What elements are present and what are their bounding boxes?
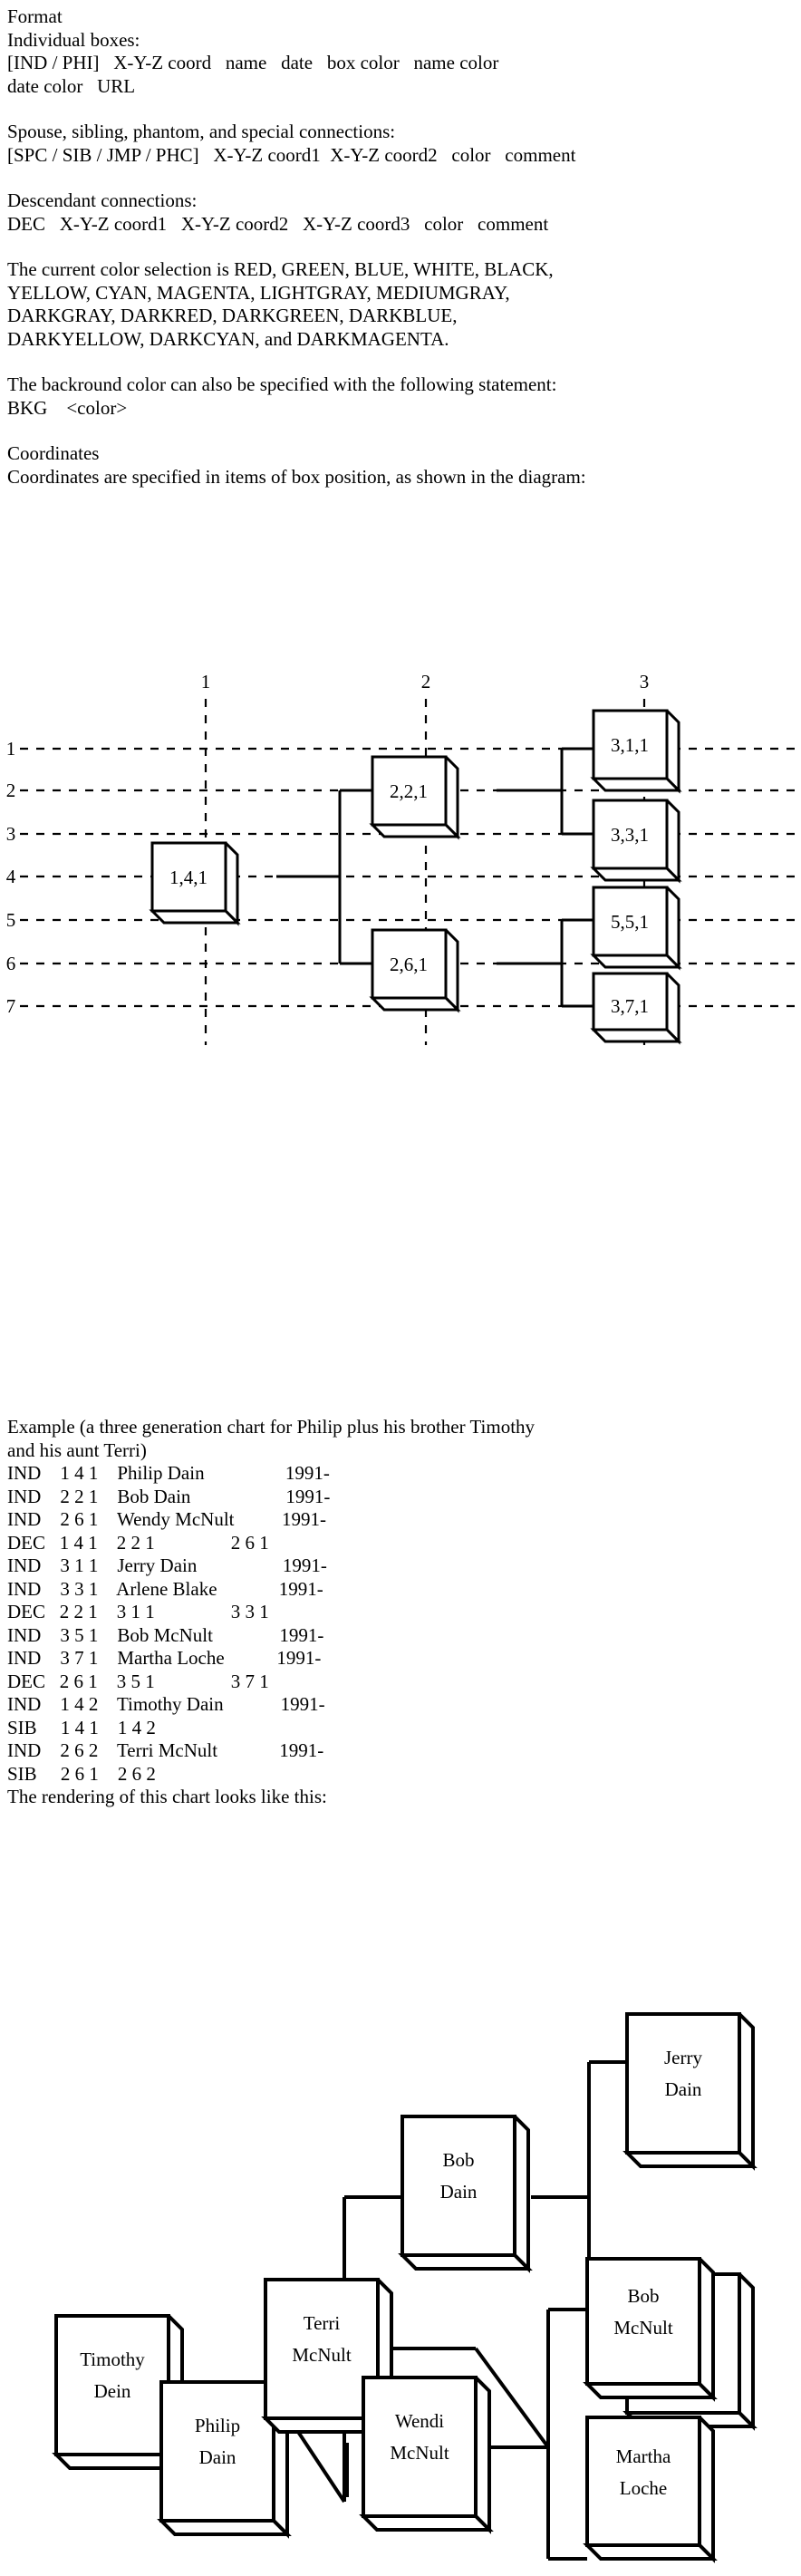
family-box-line2: McNult bbox=[390, 2442, 449, 2464]
coord-row-label-3: 3 bbox=[6, 823, 16, 845]
coord-row-label-5: 5 bbox=[6, 909, 16, 931]
rendering-caption: The rendering of this chart looks like t… bbox=[7, 1786, 327, 1807]
family-box-bob-dain: Bob Dain bbox=[398, 2115, 533, 2273]
family-box-line2: McNult bbox=[292, 2344, 351, 2366]
coord-box-label: 5,5,1 bbox=[611, 911, 649, 933]
format-line-3: date color URL bbox=[7, 74, 136, 97]
listing-row: IND 3 7 1 Martha Loche 1991- bbox=[7, 1647, 322, 1669]
family-box-line1: Philip bbox=[195, 2415, 240, 2436]
listing-row: IND 2 2 1 Bob Dain 1991- bbox=[7, 1485, 331, 1507]
listing-row: IND 2 6 1 Wendy McNult 1991- bbox=[7, 1508, 326, 1530]
example-heading-1: and his aunt Terri) bbox=[7, 1438, 147, 1461]
coord-box-label: 3,3,1 bbox=[611, 824, 649, 846]
coord-column-label-2: 2 bbox=[421, 671, 431, 692]
family-box-line1: Wendi bbox=[395, 2410, 444, 2432]
descendant-line-0: Descendant connections: bbox=[7, 189, 198, 211]
family-chart-diagram: Jerry Dain Arlene Blake Bob Dain Timothy… bbox=[0, 1990, 801, 2574]
listing-row: IND 3 3 1 Arlene Blake 1991- bbox=[7, 1577, 323, 1600]
coord-box-3-1-1: 3,1,1 bbox=[590, 709, 682, 794]
coord-box-label: 2,2,1 bbox=[390, 780, 428, 802]
coordinate-diagram: 1 2 3 1 2 3 4 5 6 7 3,1,1 2,2,1 3,3,1 1,… bbox=[0, 666, 801, 1047]
example-listing: IND 1 4 1 Philip Dain 1991- IND 2 2 1 Bo… bbox=[7, 1462, 794, 1786]
coord-box-3-7-1: 3,7,1 bbox=[590, 972, 682, 1045]
listing-row: IND 3 1 1 Jerry Dain 1991- bbox=[7, 1554, 327, 1576]
listing-row: IND 3 5 1 Bob McNult 1991- bbox=[7, 1623, 324, 1646]
family-box-jerry-dain: Jerry Dain bbox=[622, 2012, 758, 2171]
family-box-line1: Bob bbox=[627, 2285, 659, 2307]
family-box-line1: Bob bbox=[442, 2149, 474, 2171]
format-line-2: [IND / PHI] X-Y-Z coord name date box co… bbox=[7, 52, 499, 73]
family-box-line2: McNult bbox=[613, 2317, 672, 2339]
background-line-1: BKG <color> bbox=[7, 396, 128, 419]
coord-box-label: 3,1,1 bbox=[611, 734, 649, 756]
format-line-1: Individual boxes: bbox=[7, 28, 140, 51]
example-heading-0: Example (a three generation chart for Ph… bbox=[7, 1416, 536, 1438]
family-box-wendi-mcnult: Wendi McNult bbox=[359, 2376, 494, 2534]
family-box-martha-loche: Martha Loche bbox=[583, 2416, 718, 2563]
example-block: Example (a three generation chart for Ph… bbox=[7, 1416, 794, 1809]
coord-box-label: 1,4,1 bbox=[169, 867, 207, 888]
listing-row: IND 2 6 2 Terri McNult 1991- bbox=[7, 1739, 324, 1761]
section-descendant: Descendant connections: DEC X-Y-Z coord1… bbox=[7, 189, 794, 236]
section-colors: The current color selection is RED, GREE… bbox=[7, 258, 794, 351]
coord-row-label-2: 2 bbox=[6, 780, 16, 801]
family-box-line1: Jerry bbox=[664, 2047, 702, 2068]
coordinates-line-1: Coordinates are specified in items of bo… bbox=[7, 465, 586, 488]
coordinates-line-0: Coordinates bbox=[7, 442, 100, 464]
family-box-line2: Dain bbox=[440, 2181, 478, 2203]
listing-row: DEC 2 6 1 3 5 1 3 7 1 bbox=[7, 1670, 269, 1692]
background-line-0: The backround color can also be specifie… bbox=[7, 373, 557, 395]
colors-line-2: DARKGRAY, DARKRED, DARKGREEN, DARKBLUE, bbox=[7, 305, 458, 326]
family-box-line1: Terri bbox=[304, 2312, 341, 2334]
section-background: The backround color can also be specifie… bbox=[7, 373, 794, 420]
colors-line-3: DARKYELLOW, DARKCYAN, and DARKMAGENTA. bbox=[7, 327, 449, 350]
listing-row: IND 1 4 1 Philip Dain 1991- bbox=[7, 1462, 330, 1484]
family-box-line2: Dain bbox=[665, 2078, 702, 2100]
family-box-line1: Timothy bbox=[80, 2348, 145, 2370]
colors-line-1: YELLOW, CYAN, MAGENTA, LIGHTGRAY, MEDIUM… bbox=[7, 281, 510, 304]
coord-box-1-4-1: 1,4,1 bbox=[149, 841, 241, 926]
coord-box-3-3-1: 3,3,1 bbox=[590, 799, 682, 884]
family-box-line1: Martha bbox=[616, 2445, 671, 2467]
colors-line-0: The current color selection is RED, GREE… bbox=[7, 258, 554, 280]
coord-column-label-3: 3 bbox=[640, 671, 650, 692]
family-box-line2: Dein bbox=[94, 2380, 131, 2402]
listing-row: SIB 2 6 1 2 6 2 bbox=[7, 1762, 156, 1785]
family-box-line2: Loche bbox=[620, 2477, 667, 2499]
coord-box-label: 3,7,1 bbox=[611, 995, 649, 1017]
coord-row-label-1: 1 bbox=[6, 738, 16, 760]
coord-row-label-7: 7 bbox=[6, 995, 16, 1017]
descendant-line-1: DEC X-Y-Z coord1 X-Y-Z coord2 X-Y-Z coor… bbox=[7, 212, 549, 235]
section-format: Format Individual boxes: [IND / PHI] X-Y… bbox=[7, 5, 794, 98]
connections-line-0: Spouse, sibling, phantom, and special co… bbox=[7, 121, 396, 142]
coord-box-2-6-1: 2,6,1 bbox=[369, 928, 461, 1013]
family-box-bob-mcnult: Bob McNult bbox=[583, 2257, 718, 2402]
format-line-0: Format bbox=[7, 5, 63, 27]
coord-box-5-5-1: 5,5,1 bbox=[590, 886, 682, 971]
coord-box-2-2-1: 2,2,1 bbox=[369, 755, 461, 840]
listing-row: SIB 1 4 1 1 4 2 bbox=[7, 1716, 156, 1738]
section-coordinates: Coordinates Coordinates are specified in… bbox=[7, 442, 794, 489]
listing-row: DEC 2 2 1 3 1 1 3 3 1 bbox=[7, 1601, 269, 1622]
family-box-line2: Dain bbox=[199, 2446, 236, 2468]
document-body: Format Individual boxes: [IND / PHI] X-Y… bbox=[7, 5, 794, 489]
coord-box-label: 2,6,1 bbox=[390, 954, 428, 975]
coord-column-label-1: 1 bbox=[201, 671, 211, 692]
listing-row: DEC 1 4 1 2 2 1 2 6 1 bbox=[7, 1531, 269, 1554]
coord-row-label-6: 6 bbox=[6, 953, 16, 974]
coord-row-label-4: 4 bbox=[6, 866, 16, 887]
section-connections: Spouse, sibling, phantom, and special co… bbox=[7, 121, 794, 167]
connections-line-1: [SPC / SIB / JMP / PHC] X-Y-Z coord1 X-Y… bbox=[7, 143, 576, 166]
listing-row: IND 1 4 2 Timothy Dain 1991- bbox=[7, 1693, 325, 1715]
